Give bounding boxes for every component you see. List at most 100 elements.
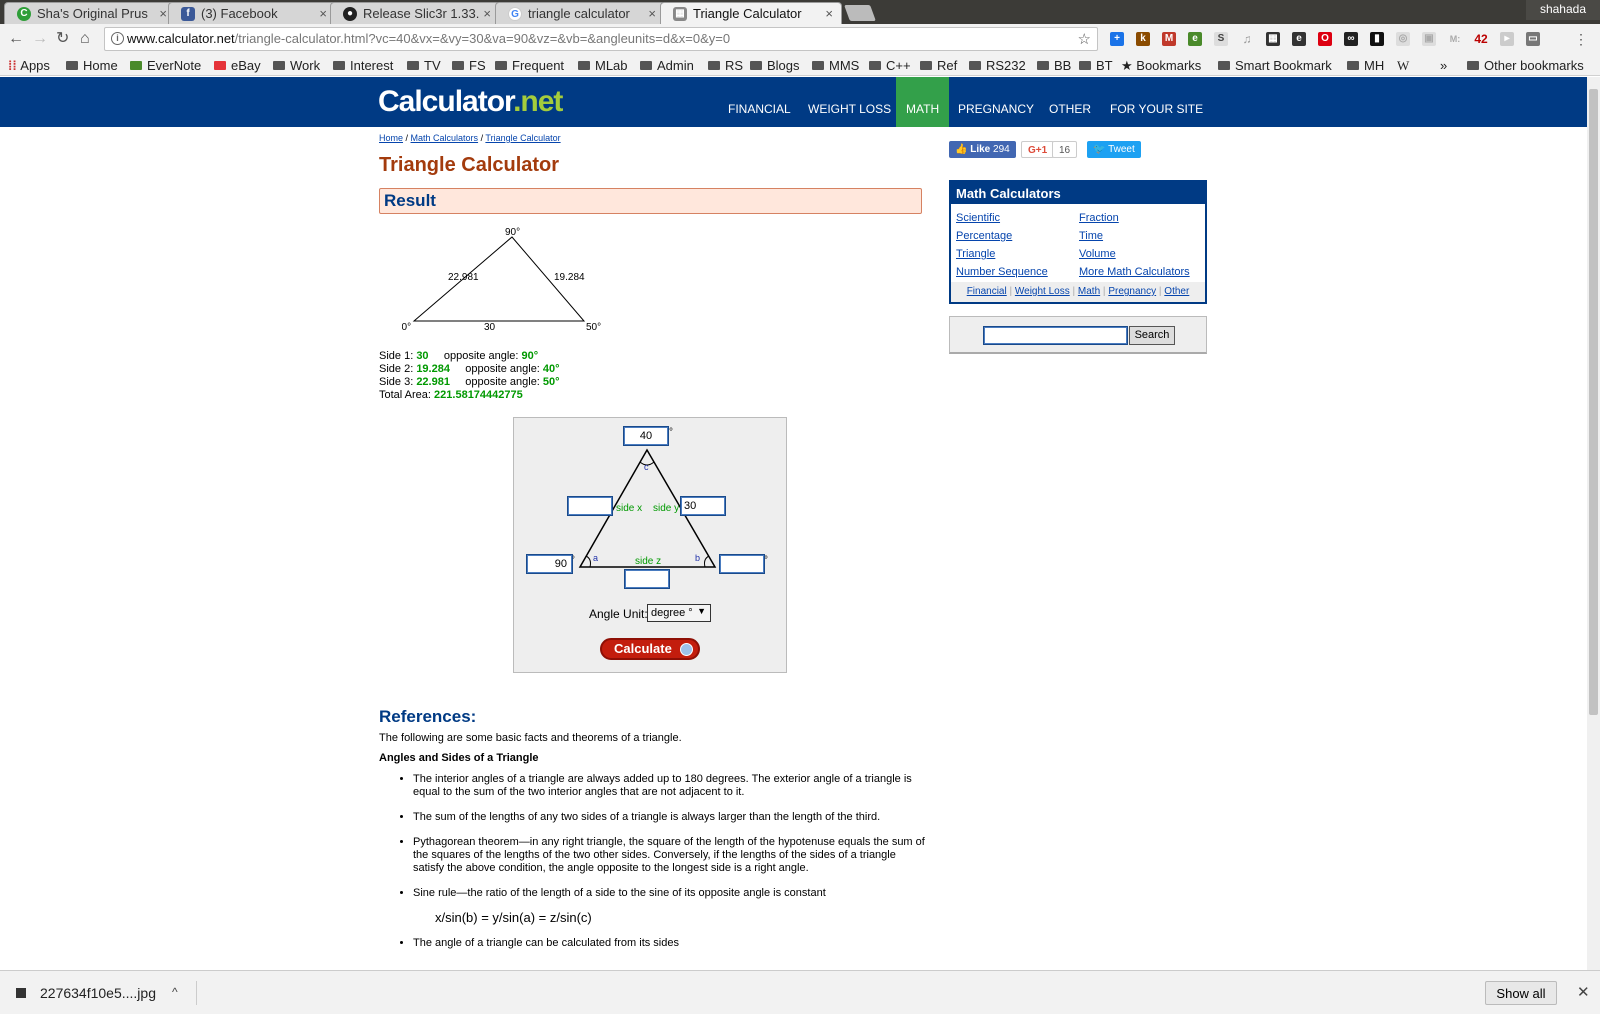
- link-time[interactable]: Time: [1079, 230, 1103, 242]
- download-item[interactable]: 227634f10e5....jpg: [16, 985, 156, 1001]
- bookmark-folder[interactable]: Admin: [640, 58, 694, 73]
- nav-pregnancy[interactable]: PREGNANCY: [948, 77, 1044, 127]
- search-button[interactable]: Search: [1129, 326, 1175, 345]
- link-number-sequence[interactable]: Number Sequence: [956, 266, 1048, 278]
- extension-camera-icon[interactable]: ▣: [1422, 32, 1436, 46]
- extension-mask-icon[interactable]: ∞: [1344, 32, 1358, 46]
- bookmark-folder[interactable]: Interest: [333, 58, 393, 73]
- menu-icon[interactable]: ⋮: [1574, 31, 1588, 47]
- tab-triangle-calculator[interactable]: ▦ Triangle Calculator ×: [660, 2, 842, 24]
- close-icon[interactable]: ×: [483, 6, 491, 21]
- breadcrumb-math[interactable]: Math Calculators: [411, 133, 479, 143]
- extension-m-icon[interactable]: M:: [1448, 32, 1462, 46]
- extension-flag-icon[interactable]: ▸: [1500, 32, 1514, 46]
- nav-financial[interactable]: FINANCIAL: [718, 77, 801, 127]
- extension-bell-icon[interactable]: ♫: [1240, 32, 1254, 46]
- bookmark-apps[interactable]: ⁞⁞ Apps: [8, 58, 50, 73]
- tweet-button[interactable]: 🐦 Tweet: [1087, 141, 1141, 158]
- bookmark-folder[interactable]: MMS: [812, 58, 859, 73]
- bookmark-folder[interactable]: C++: [869, 58, 911, 73]
- close-icon[interactable]: ×: [825, 6, 833, 21]
- facebook-like-button[interactable]: 👍 Like 294: [949, 141, 1016, 158]
- tab-github[interactable]: ● Release Slic3r 1.33. ×: [330, 2, 500, 24]
- close-icon[interactable]: ×: [648, 6, 656, 21]
- home-icon[interactable]: ⌂: [80, 31, 90, 47]
- nav-math[interactable]: MATH: [896, 77, 950, 127]
- footer-link-other[interactable]: Other: [1164, 286, 1189, 297]
- extension-doc-icon[interactable]: ▮: [1370, 32, 1384, 46]
- show-all-button[interactable]: Show all: [1485, 981, 1557, 1005]
- site-logo[interactable]: Calculator.net: [378, 85, 563, 119]
- bookmark-evernote[interactable]: EverNote: [130, 58, 201, 73]
- extension-cup-icon[interactable]: ◎: [1396, 32, 1410, 46]
- footer-link-math[interactable]: Math: [1078, 286, 1100, 297]
- extension-42-icon[interactable]: 42: [1474, 32, 1488, 46]
- bookmark-folder[interactable]: RS232: [969, 58, 1026, 73]
- breadcrumb-home[interactable]: Home: [379, 133, 403, 143]
- bookmark-folder[interactable]: FS: [452, 58, 486, 73]
- footer-link-weight-loss[interactable]: Weight Loss: [1015, 286, 1070, 297]
- tab-google[interactable]: G triangle calculator ×: [495, 2, 665, 24]
- new-tab-button[interactable]: [844, 5, 876, 21]
- breadcrumb-current[interactable]: Triangle Calculator: [485, 133, 560, 143]
- calculate-button[interactable]: Calculate: [600, 638, 700, 660]
- extension-gmail-icon[interactable]: M: [1162, 32, 1176, 46]
- bookmark-wikipedia[interactable]: W: [1397, 58, 1409, 74]
- address-bar[interactable]: i www.calculator.net/triangle-calculator…: [104, 27, 1098, 51]
- extension-qr-icon[interactable]: ▦: [1266, 32, 1280, 46]
- google-plus-button[interactable]: G+1: [1021, 141, 1055, 158]
- link-fraction[interactable]: Fraction: [1079, 212, 1119, 224]
- extension-opera-icon[interactable]: O: [1318, 32, 1332, 46]
- side-y-input[interactable]: 30: [680, 496, 726, 516]
- back-icon[interactable]: ←: [8, 31, 24, 47]
- angle-a-input[interactable]: 90: [526, 554, 573, 574]
- bookmark-other[interactable]: Other bookmarks: [1467, 58, 1584, 73]
- side-x-input[interactable]: [567, 496, 613, 516]
- forward-icon[interactable]: →: [32, 31, 48, 47]
- side-z-input[interactable]: [624, 569, 670, 589]
- link-volume[interactable]: Volume: [1079, 248, 1116, 260]
- close-icon[interactable]: ×: [319, 6, 327, 21]
- nav-for-your-site[interactable]: FOR YOUR SITE: [1100, 77, 1213, 127]
- bookmarks-overflow[interactable]: »: [1440, 58, 1447, 73]
- footer-link-pregnancy[interactable]: Pregnancy: [1108, 286, 1156, 297]
- angle-c-input[interactable]: 40: [623, 426, 669, 446]
- chevron-up-icon[interactable]: ^: [172, 985, 178, 999]
- bookmark-bookmarks[interactable]: ★ Bookmarks: [1121, 58, 1201, 74]
- bookmark-folder[interactable]: TV: [407, 58, 441, 73]
- extension-elephant-icon[interactable]: e: [1292, 32, 1306, 46]
- bookmark-ebay[interactable]: eBay: [214, 58, 261, 73]
- link-scientific[interactable]: Scientific: [956, 212, 1000, 224]
- bookmark-folder[interactable]: MLab: [578, 58, 628, 73]
- bookmark-folder[interactable]: Smart Bookmark: [1218, 58, 1334, 73]
- bookmark-folder[interactable]: Work: [273, 58, 320, 73]
- extension-s-icon[interactable]: S: [1214, 32, 1228, 46]
- search-input[interactable]: [983, 326, 1128, 345]
- bookmark-star-icon[interactable]: ☆: [1078, 30, 1091, 48]
- link-percentage[interactable]: Percentage: [956, 230, 1012, 242]
- bookmark-folder[interactable]: Blogs: [750, 58, 800, 73]
- bookmark-folder[interactable]: BB: [1037, 58, 1071, 73]
- bookmark-folder[interactable]: RS: [708, 58, 743, 73]
- angle-unit-select[interactable]: degree ° ▼: [647, 604, 711, 622]
- profile-name[interactable]: shahada: [1525, 0, 1600, 20]
- bookmark-folder[interactable]: Home: [66, 58, 118, 73]
- close-icon[interactable]: ×: [159, 6, 167, 21]
- tab-facebook[interactable]: f (3) Facebook ×: [168, 2, 336, 24]
- nav-other[interactable]: OTHER: [1039, 77, 1101, 127]
- extension-monitor-icon[interactable]: ▭: [1526, 32, 1540, 46]
- tab-sha[interactable]: C Sha's Original Prus ×: [4, 2, 176, 24]
- extension-k-icon[interactable]: k: [1136, 32, 1150, 46]
- extension-calendar-icon[interactable]: +: [1110, 32, 1124, 46]
- nav-weight-loss[interactable]: WEIGHT LOSS: [798, 77, 901, 127]
- bookmark-folder[interactable]: MH: [1347, 58, 1384, 73]
- link-more-math[interactable]: More Math Calculators: [1079, 266, 1190, 278]
- reload-icon[interactable]: ↻: [56, 31, 69, 47]
- angle-b-input[interactable]: [719, 554, 765, 574]
- info-icon[interactable]: i: [111, 32, 124, 45]
- bookmark-folder[interactable]: Ref: [920, 58, 957, 73]
- footer-link-financial[interactable]: Financial: [967, 286, 1007, 297]
- bookmark-folder[interactable]: BT: [1079, 58, 1113, 73]
- page-scrollbar[interactable]: [1587, 77, 1600, 970]
- bookmark-folder[interactable]: Frequent: [495, 58, 564, 73]
